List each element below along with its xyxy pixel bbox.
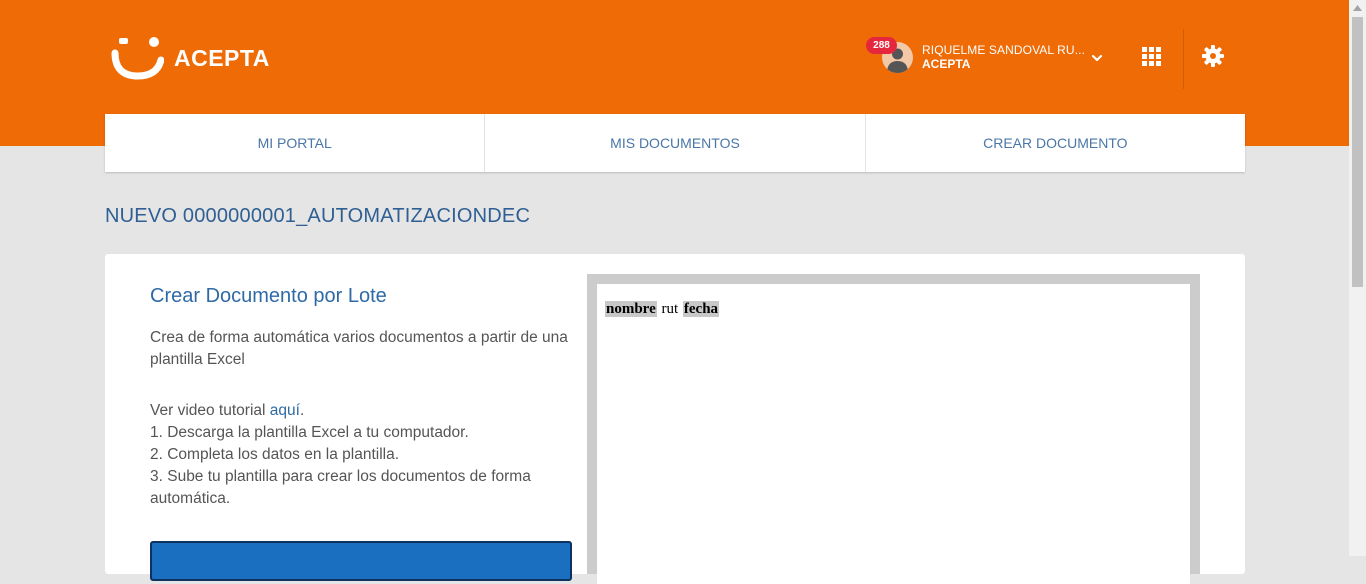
tab-mis-documentos[interactable]: MIS DOCUMENTOS: [485, 114, 866, 172]
step-2: 2. Completa los datos en la plantilla.: [150, 446, 400, 463]
step-1: 1. Descarga la plantilla Excel a tu comp…: [150, 424, 469, 441]
acepta-logo-icon: [111, 37, 164, 80]
scroll-up-arrow-icon[interactable]: [1353, 5, 1362, 11]
tab-mi-portal[interactable]: MI PORTAL: [105, 114, 486, 172]
header-divider: [1183, 29, 1184, 89]
brand-logo[interactable]: ACEPTA: [110, 36, 270, 80]
gear-icon[interactable]: [1202, 45, 1224, 67]
card-description: Crea de forma automática varios document…: [150, 329, 568, 368]
video-tutorial-period: .: [299, 402, 305, 419]
template-preview-page: nombre rut fecha: [597, 284, 1190, 584]
user-name: RIQUELME SANDOVAL RU...: [922, 43, 1085, 57]
field-rut[interactable]: rut: [660, 301, 679, 317]
batch-create-card: Crear Documento por Lote Crea de forma a…: [105, 254, 1245, 584]
template-preview: nombre rut fecha: [587, 274, 1200, 584]
main-nav: MI PORTAL MIS DOCUMENTOS CREAR DOCUMENTO: [105, 114, 1245, 172]
apps-grid-icon[interactable]: [1142, 47, 1161, 66]
step-3: 3. Sube tu plantilla para crear los docu…: [150, 468, 531, 507]
field-fecha[interactable]: fecha: [682, 301, 720, 317]
video-tutorial-link[interactable]: aquí: [270, 402, 300, 419]
field-nombre[interactable]: nombre: [605, 301, 657, 317]
page-title: NUEVO 0000000001_AUTOMATIZACIONDEC: [105, 205, 531, 227]
user-organization: ACEPTA: [922, 57, 971, 71]
scroll-thumb[interactable]: [1352, 17, 1363, 287]
tab-crear-documento[interactable]: CREAR DOCUMENTO: [866, 114, 1245, 172]
template-fields: nombre rut fecha: [605, 301, 720, 318]
user-menu[interactable]: 288 RIQUELME SANDOVAL RU... ACEPTA: [866, 37, 1116, 81]
chevron-down-icon[interactable]: [1090, 51, 1104, 65]
card-heading: Crear Documento por Lote: [150, 285, 387, 307]
instructions: Ver video tutorial aquí. 1. Descarga la …: [150, 400, 580, 510]
upload-template-button[interactable]: [150, 541, 572, 581]
video-tutorial-text: Ver video tutorial: [150, 402, 270, 419]
notification-badge[interactable]: 288: [866, 37, 897, 54]
brand-name: ACEPTA: [174, 44, 270, 71]
video-tutorial-line: Ver video tutorial aquí.: [150, 400, 580, 422]
page-scrollbar[interactable]: [1349, 0, 1366, 556]
